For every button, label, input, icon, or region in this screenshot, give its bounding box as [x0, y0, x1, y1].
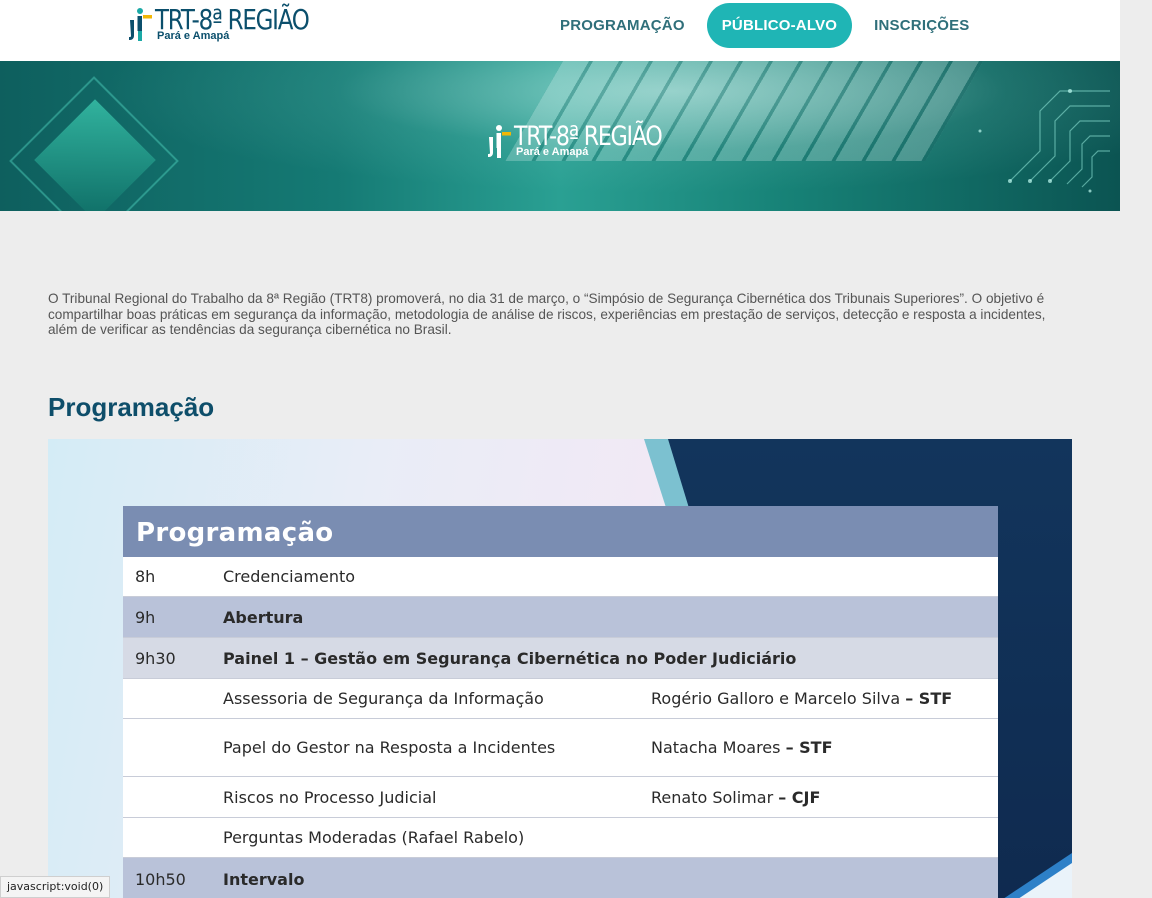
- schedule-row: 9h30 Painel 1 – Gestão em Segurança Cibe…: [123, 638, 998, 679]
- circuit-pattern-icon: [978, 89, 1110, 193]
- row-time: 9h: [135, 607, 156, 627]
- row-title: Riscos no Processo Judicial: [223, 787, 437, 807]
- row-title: Assessoria de Segurança da Informação: [223, 689, 544, 708]
- row-time: 9h30: [135, 648, 176, 668]
- speaker-org: – CJF: [778, 787, 821, 807]
- logo-name: TRT-8ª REGIÃO: [155, 3, 310, 36]
- schedule-row: Papel do Gestor na Resposta a Incidentes…: [123, 719, 998, 777]
- speaker-name: Renato Solimar: [651, 787, 774, 807]
- nav-publico-alvo[interactable]: PÚBLICO-ALVO: [706, 3, 853, 48]
- banner-logo: TRT-8ª REGIÃO Pará e Amapá: [487, 123, 694, 161]
- schedule-row: 8h Credenciamento: [123, 557, 998, 597]
- speaker-name: Natacha Moares: [651, 738, 781, 757]
- row-speaker: Renato Solimar – CJF: [651, 788, 998, 807]
- speaker-org: – STF: [905, 689, 953, 708]
- row-speaker: Natacha Moares – STF: [651, 738, 998, 757]
- speaker-org: – STF: [785, 738, 833, 757]
- hero-banner: TRT-8ª REGIÃO Pará e Amapá: [0, 61, 1120, 211]
- site-logo[interactable]: TRT-8ª REGIÃO Pará e Amapá: [128, 6, 342, 44]
- schedule-row: Assessoria de Segurança da Informação Ro…: [123, 679, 998, 719]
- top-navbar: TRT-8ª REGIÃO Pará e Amapá PROGRAMAÇÃO P…: [0, 0, 1120, 61]
- trt-logo-icon: [128, 6, 152, 44]
- schedule-row: 9h Abertura: [123, 597, 998, 638]
- schedule-table: Programação 8h Credenciamento 9h Abertur…: [123, 506, 998, 898]
- schedule-row: Riscos no Processo Judicial Renato Solim…: [123, 777, 998, 818]
- intro-paragraph: O Tribunal Regional do Trabalho da 8ª Re…: [48, 291, 1046, 338]
- schedule-row: 10h50 Intervalo: [123, 858, 998, 898]
- row-title: Perguntas Moderadas (Rafael Rabelo): [223, 828, 525, 847]
- row-title: Painel 1 – Gestão em Segurança Cibernéti…: [223, 648, 797, 668]
- banner-logo-name: TRT-8ª REGIÃO: [514, 121, 663, 152]
- row-title: Abertura: [223, 607, 304, 627]
- nav-programacao[interactable]: PROGRAMAÇÃO: [546, 3, 699, 48]
- browser-status-bar: javascript:void(0): [0, 876, 111, 898]
- section-title: Programação: [48, 392, 215, 422]
- main-nav: PROGRAMAÇÃO PÚBLICO-ALVO INSCRIÇÕES: [546, 3, 984, 48]
- nav-inscricoes[interactable]: INSCRIÇÕES: [860, 3, 983, 48]
- schedule-heading: Programação: [123, 506, 998, 557]
- row-title: Papel do Gestor na Resposta a Incidentes: [223, 738, 556, 757]
- speaker-name: Rogério Galloro e Marcelo Silva: [651, 689, 901, 708]
- trt-logo-white-icon: [487, 123, 511, 161]
- row-speaker: Rogério Galloro e Marcelo Silva – STF: [651, 689, 998, 708]
- row-title: Intervalo: [223, 870, 305, 889]
- row-time: 8h: [135, 567, 156, 586]
- row-time: 10h50: [135, 870, 186, 889]
- schedule-row: Perguntas Moderadas (Rafael Rabelo): [123, 818, 998, 858]
- row-title: Credenciamento: [223, 567, 356, 586]
- schedule-image: Programação 8h Credenciamento 9h Abertur…: [48, 439, 1072, 898]
